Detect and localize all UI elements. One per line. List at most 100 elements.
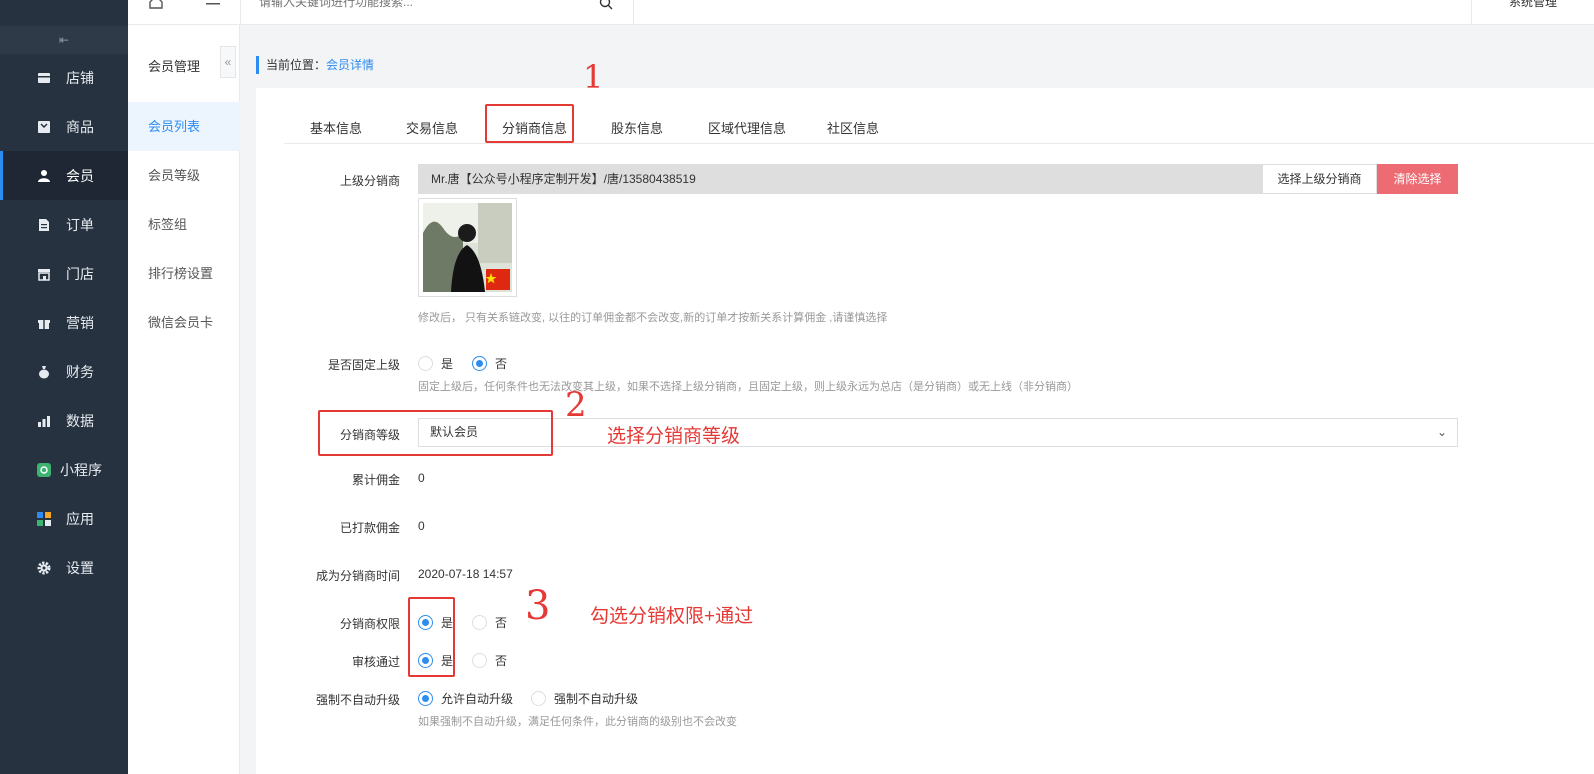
sidebar-item-label: 订单 [66, 216, 94, 233]
clear-selection-button[interactable]: 清除选择 [1377, 164, 1458, 194]
sidebar-item-apps[interactable]: 应用 [0, 494, 128, 543]
goods-icon [36, 119, 52, 135]
top-bar: 系统管理 [128, 0, 1594, 25]
parent-distributor-label: 上级分销商 [339, 174, 400, 188]
breadcrumb-prefix: 当前位置： [266, 58, 327, 72]
allow-auto-upgrade-radio[interactable]: 允许自动升级 [418, 690, 513, 707]
user-icon [36, 168, 52, 184]
radio-dot[interactable] [418, 356, 433, 371]
sidebar-item-goods[interactable]: 商品 [0, 102, 128, 151]
system-management-button[interactable]: 系统管理 [1471, 0, 1594, 25]
submenu-item-wechat-card[interactable]: 微信会员卡 [128, 298, 240, 347]
gear-icon [36, 560, 52, 576]
radio-label: 否 [495, 654, 508, 668]
order-icon [36, 217, 52, 233]
radio-dot[interactable] [418, 691, 433, 706]
sidebar-item-label: 应用 [66, 510, 94, 527]
annotation-text-permission: 勾选分销权限+通过 [590, 606, 754, 627]
annotation-mark-1: 1 [583, 58, 604, 96]
radio-dot[interactable] [472, 356, 487, 371]
hamburger-menu-icon[interactable] [204, 0, 222, 10]
money-bag-icon [36, 364, 52, 380]
apps-icon [36, 511, 52, 527]
sidebar-item-finance[interactable]: 财务 [0, 347, 128, 396]
shop-icon [36, 266, 52, 282]
sidebar-item-label: 门店 [66, 265, 94, 282]
annotation-text-level: 选择分销商等级 [607, 426, 741, 447]
sidebar-item-label: 设置 [66, 559, 94, 576]
home-icon[interactable] [148, 0, 164, 10]
detail-tabs: 基本信息 交易信息 分销商信息 股东信息 区域代理信息 社区信息 [284, 88, 1594, 144]
sidebar-item-settings[interactable]: 设置 [0, 543, 128, 592]
radio-dot[interactable] [472, 615, 487, 630]
gift-icon [36, 315, 52, 331]
sidebar-item-label: 营销 [66, 314, 94, 331]
submenu-item-ranking[interactable]: 排行榜设置 [128, 249, 240, 298]
radio-label: 是 [441, 357, 454, 371]
tab-basic-info[interactable]: 基本信息 [310, 118, 362, 137]
radio-dot[interactable] [531, 691, 546, 706]
audit-passed-label: 审核通过 [351, 655, 400, 669]
paid-commission-value: 0 [418, 519, 425, 533]
fixed-parent-no-radio[interactable]: 否 [472, 355, 507, 372]
choose-parent-button[interactable]: 选择上级分销商 [1262, 164, 1377, 194]
sidebar-item-data[interactable]: 数据 [0, 396, 128, 445]
tab-regional-agent-info[interactable]: 区域代理信息 [708, 118, 786, 137]
force-no-upgrade-label: 强制不自动升级 [315, 693, 400, 707]
tab-community-info[interactable]: 社区信息 [827, 118, 879, 137]
parent-change-hint: 修改后， 只有关系链改变, 以往的订单佣金都不会改变,新的订单才按新关系计算佣金… [418, 312, 888, 324]
submenu-item-member-list[interactable]: 会员列表 [128, 102, 240, 151]
total-commission-value: 0 [418, 471, 425, 485]
annotation-mark-3: 3 [525, 583, 551, 629]
annotation-box-level [318, 410, 553, 456]
main-sidebar: ⇤ 店铺 商品 会员 订单 门店 营销 财务 数据 小程序 应用 设置 [0, 0, 128, 774]
sidebar-item-member[interactable]: 会员 [0, 151, 128, 200]
submenu-item-tag-group[interactable]: 标签组 [128, 200, 240, 249]
submenu-panel: 会员管理 会员列表 会员等级 标签组 排行榜设置 微信会员卡 [128, 0, 240, 774]
radio-label: 否 [495, 616, 508, 630]
annotation-box-permission [408, 597, 455, 677]
avatar [418, 198, 517, 297]
search-bar [240, 0, 634, 25]
radio-label: 允许自动升级 [441, 692, 514, 706]
sidebar-item-label: 商品 [66, 118, 94, 135]
distributor-permission-label: 分销商权限 [339, 617, 400, 631]
permission-no-radio[interactable]: 否 [472, 614, 507, 631]
fixed-parent-yes-radio[interactable]: 是 [418, 355, 453, 372]
breadcrumb: 当前位置：会员详情 [256, 56, 374, 74]
chevron-down-icon[interactable]: ⌄ [1437, 419, 1447, 446]
chart-icon [36, 413, 52, 429]
submenu-title: 会员管理 [148, 59, 201, 74]
total-commission-label: 累计佣金 [351, 473, 400, 487]
fixed-parent-label: 是否固定上级 [327, 358, 400, 372]
breadcrumb-current[interactable]: 会员详情 [326, 58, 374, 72]
tab-shareholder-info[interactable]: 股东信息 [611, 118, 663, 137]
search-input[interactable] [259, 0, 579, 12]
audit-no-radio[interactable]: 否 [472, 652, 507, 669]
radio-dot[interactable] [472, 653, 487, 668]
submenu-collapse-button[interactable]: « [220, 46, 236, 78]
sidebar-item-label: 店铺 [66, 69, 94, 86]
tab-trade-info[interactable]: 交易信息 [406, 118, 458, 137]
sidebar-item-shop[interactable]: 门店 [0, 249, 128, 298]
sidebar-item-store[interactable]: 店铺 [0, 53, 128, 102]
become-distributor-time-label: 成为分销商时间 [315, 569, 400, 583]
sidebar-item-label: 数据 [66, 412, 94, 429]
fixed-parent-hint: 固定上级后，任何条件也无法改变其上级，如果不选择上级分销商，且固定上级，则上级永… [418, 381, 1078, 393]
store-icon [36, 70, 52, 86]
force-no-upgrade-hint: 如果强制不自动升级，满足任何条件，此分销商的级别也不会改变 [418, 716, 737, 728]
force-no-upgrade-radio[interactable]: 强制不自动升级 [531, 690, 638, 707]
sidebar-item-marketing[interactable]: 营销 [0, 298, 128, 347]
paid-commission-label: 已打款佣金 [339, 521, 400, 535]
search-icon[interactable] [599, 0, 613, 10]
sidebar-item-label: 会员 [66, 167, 94, 184]
sidebar-collapse-button[interactable]: ⇤ [0, 26, 128, 54]
mini-program-icon [36, 462, 52, 478]
annotation-mark-2: 2 [565, 385, 587, 425]
submenu-item-member-level[interactable]: 会员等级 [128, 151, 240, 200]
sidebar-item-label: 财务 [66, 363, 94, 380]
sidebar-item-order[interactable]: 订单 [0, 200, 128, 249]
sidebar-item-mini-program[interactable]: 小程序 [0, 445, 128, 494]
sidebar-item-label: 小程序 [60, 461, 102, 478]
annotation-box-tab [485, 104, 574, 143]
